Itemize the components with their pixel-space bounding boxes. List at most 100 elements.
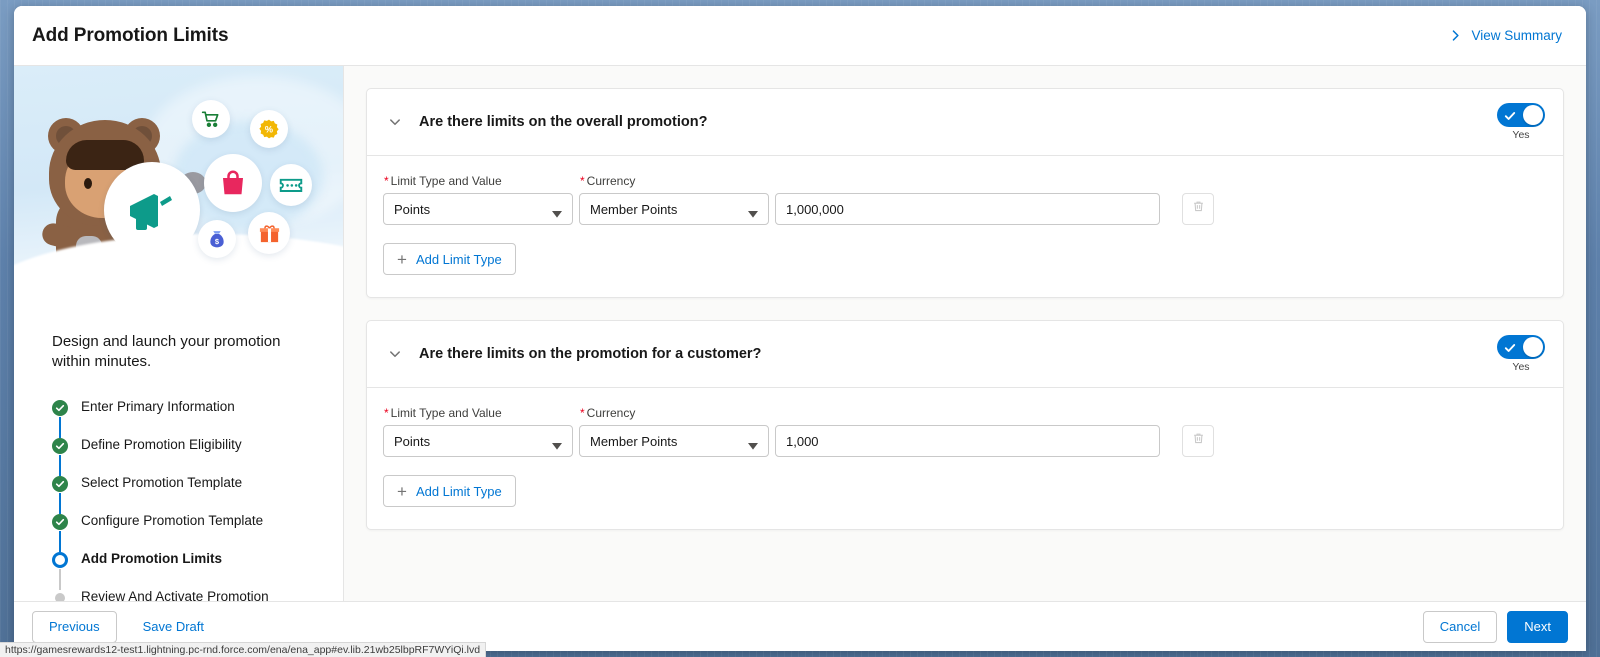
limit-type-label: * Limit Type and Value <box>383 174 573 188</box>
currency-select[interactable]: Member Points <box>579 425 769 457</box>
pending-step-icon <box>55 592 65 601</box>
card-body: * Limit Type and Value Points * Currency… <box>367 387 1563 529</box>
currency-select[interactable]: Member Points <box>579 193 769 225</box>
guidance-content: Design and launch your promotion within … <box>14 316 343 601</box>
step-status-marker <box>52 437 68 476</box>
overall-limits-toggle-group: Yes <box>1497 103 1545 141</box>
plus-icon: + <box>397 249 407 269</box>
sidebar-step-label: Select Promotion Template <box>81 474 243 490</box>
svg-text:%: % <box>265 125 273 135</box>
currency-field: * Currency Member Points <box>579 174 769 225</box>
modal-body: % $ Design and launch your promotion wit… <box>14 65 1586 601</box>
sidebar-step-label: Enter Primary Information <box>81 398 235 414</box>
view-summary-link[interactable]: View Summary <box>1449 28 1562 43</box>
currency-label: * Currency <box>579 174 769 188</box>
overall-promotion-limits-card: Are there limits on the overall promotio… <box>366 88 1564 298</box>
limit-type-value: Points <box>394 433 431 449</box>
step-connector <box>59 454 61 476</box>
previous-button[interactable]: Previous <box>32 610 117 643</box>
currency-label-text: Currency <box>586 174 636 188</box>
step-connector <box>59 492 61 514</box>
required-asterisk: * <box>384 406 389 420</box>
customer-limits-toggle-group: Yes <box>1497 335 1545 373</box>
modal-header: Add Promotion Limits View Summary <box>14 6 1586 65</box>
required-asterisk: * <box>580 406 585 420</box>
limit-type-value: Points <box>394 201 431 217</box>
chevron-down-icon[interactable] <box>383 110 407 134</box>
currency-field: * Currency Member Points <box>579 406 769 457</box>
toggle-knob <box>1523 337 1543 357</box>
check-circle-icon <box>52 475 68 492</box>
limit-type-select[interactable]: Points <box>383 425 573 457</box>
sidebar-step-select-promotion-template[interactable]: Select Promotion Template <box>52 474 317 514</box>
trash-icon <box>1192 432 1205 450</box>
limit-type-select[interactable]: Points <box>383 193 573 225</box>
delete-limit-button[interactable] <box>1182 425 1214 457</box>
check-circle-icon <box>52 513 68 530</box>
limit-value-field: 1,000,000 <box>775 193 1160 225</box>
sidebar-step-label: Configure Promotion Template <box>81 512 264 528</box>
delete-limit-button[interactable] <box>1182 193 1214 225</box>
currency-label: * Currency <box>579 406 769 420</box>
step-status-marker <box>52 399 68 438</box>
progress-steps: Enter Primary Information Define Promoti… <box>52 398 317 602</box>
card-question-label: Are there limits on the overall promotio… <box>419 114 708 130</box>
limit-type-label: * Limit Type and Value <box>383 406 573 420</box>
required-asterisk: * <box>384 174 389 188</box>
currency-value: Member Points <box>590 433 678 449</box>
add-promotion-limits-modal: Add Promotion Limits View Summary % $ De… <box>14 6 1586 651</box>
sidebar-step-label: Review And Activate Promotion <box>81 588 269 602</box>
step-status-marker <box>52 475 68 514</box>
shopping-bag-icon <box>204 154 262 212</box>
sidebar-step-enter-primary-information[interactable]: Enter Primary Information <box>52 398 317 438</box>
step-status-marker <box>52 551 68 590</box>
plus-icon: + <box>397 481 407 501</box>
step-status-marker <box>52 590 68 601</box>
card-body: * Limit Type and Value Points * Currency… <box>367 155 1563 297</box>
customer-promotion-limits-card: Are there limits on the promotion for a … <box>366 320 1564 530</box>
toggle-knob <box>1523 105 1543 125</box>
chevron-down-icon[interactable] <box>383 342 407 366</box>
save-draft-button[interactable]: Save Draft <box>127 611 220 643</box>
next-button[interactable]: Next <box>1507 610 1568 643</box>
toggle-value-label: Yes <box>1512 361 1530 373</box>
sidebar-step-label: Add Promotion Limits <box>81 550 222 566</box>
sidebar-step-add-promotion-limits[interactable]: Add Promotion Limits <box>52 550 317 590</box>
check-icon <box>1504 109 1516 127</box>
card-header: Are there limits on the overall promotio… <box>367 89 1563 155</box>
limit-type-field: * Limit Type and Value Points <box>383 174 573 225</box>
step-status-marker <box>52 513 68 552</box>
limit-row: * Limit Type and Value Points * Currency… <box>383 406 1545 457</box>
limit-type-label-text: Limit Type and Value <box>390 406 502 420</box>
page-title: Add Promotion Limits <box>32 24 229 46</box>
check-icon <box>1504 341 1516 359</box>
step-connector <box>59 530 61 552</box>
sidebar-step-configure-promotion-template[interactable]: Configure Promotion Template <box>52 512 317 552</box>
promotion-illustration: % $ <box>14 66 343 316</box>
sidebar-step-review-and-activate-promotion[interactable]: Review And Activate Promotion <box>52 588 317 602</box>
browser-status-bar: https://gamesrewards12-test1.lightning.p… <box>0 642 487 657</box>
chevron-down-icon <box>552 438 562 453</box>
limit-value-field: 1,000 <box>775 425 1160 457</box>
footer-right-actions: Cancel Next <box>1422 610 1568 643</box>
limit-type-label-text: Limit Type and Value <box>390 174 502 188</box>
limit-value-input[interactable]: 1,000,000 <box>775 193 1160 225</box>
step-connector <box>59 416 61 438</box>
add-limit-type-button[interactable]: + Add Limit Type <box>383 475 516 507</box>
required-asterisk: * <box>580 174 585 188</box>
currency-value: Member Points <box>590 201 678 217</box>
cancel-button[interactable]: Cancel <box>1422 610 1498 643</box>
add-limit-type-label: Add Limit Type <box>415 251 502 267</box>
sidebar-step-define-promotion-eligibility[interactable]: Define Promotion Eligibility <box>52 436 317 476</box>
sidebar-step-label: Define Promotion Eligibility <box>81 436 242 452</box>
card-header: Are there limits on the promotion for a … <box>367 321 1563 387</box>
add-limit-type-button[interactable]: + Add Limit Type <box>383 243 516 275</box>
current-step-icon <box>52 551 68 568</box>
gift-icon <box>248 212 290 254</box>
check-circle-icon <box>52 399 68 416</box>
chevron-down-icon <box>748 206 758 221</box>
limit-value-input[interactable]: 1,000 <box>775 425 1160 457</box>
shopping-cart-icon <box>192 100 230 138</box>
customer-limits-toggle[interactable] <box>1497 335 1545 359</box>
overall-limits-toggle[interactable] <box>1497 103 1545 127</box>
